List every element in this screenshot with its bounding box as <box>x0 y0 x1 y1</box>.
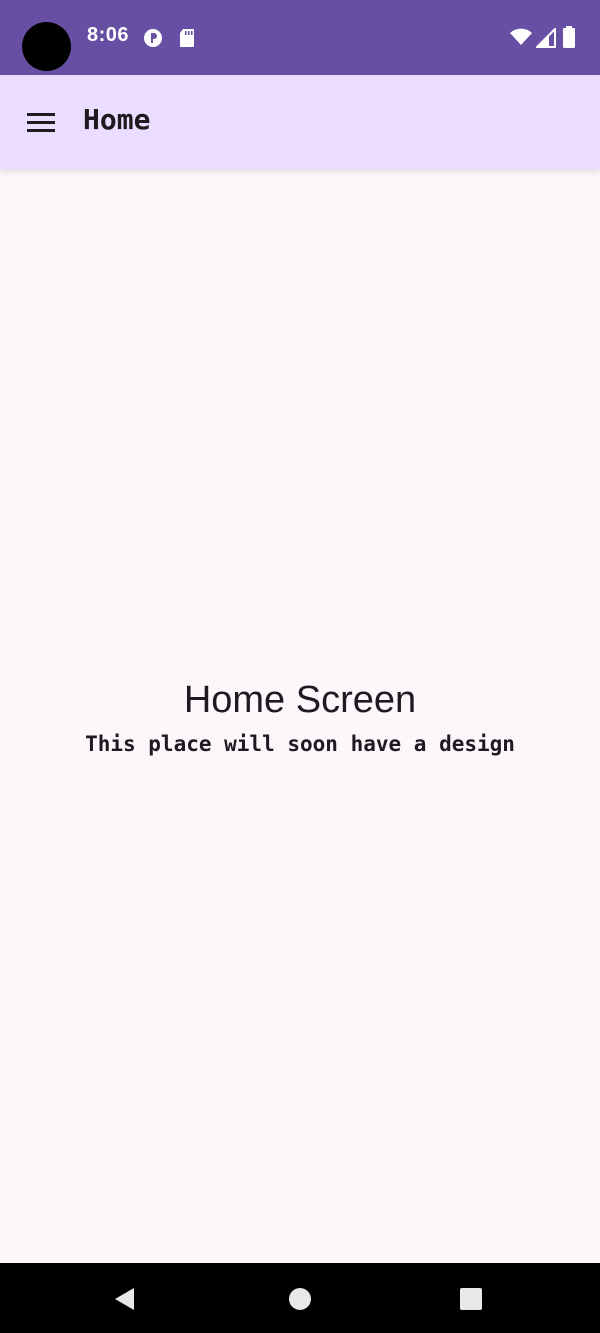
recent-apps-icon <box>460 1288 482 1310</box>
hamburger-menu-icon <box>27 113 55 132</box>
navigation-menu-button[interactable] <box>16 99 66 145</box>
home-icon <box>289 1288 311 1310</box>
recent-apps-button[interactable] <box>455 1283 487 1315</box>
status-right-icons <box>510 26 590 50</box>
p-badge-icon <box>144 29 162 47</box>
main-content: Home Screen This place will soon have a … <box>0 169 600 1263</box>
home-screen-title: Home Screen <box>183 679 417 721</box>
phone-screen: 8:06 Home Home Screen This place will so… <box>0 0 600 1333</box>
camera-cutout <box>22 22 71 71</box>
back-button[interactable] <box>109 1283 141 1315</box>
home-button[interactable] <box>284 1283 316 1315</box>
sd-card-icon <box>180 29 194 47</box>
top-app-bar: Home <box>0 75 600 169</box>
wifi-icon <box>510 28 532 45</box>
status-time: 8:06 <box>87 24 130 46</box>
battery-icon <box>563 26 575 48</box>
system-navigation-bar <box>0 1263 600 1333</box>
app-bar-title: Home <box>83 103 151 136</box>
status-bar: 8:06 <box>0 0 600 75</box>
home-screen-subtitle: This place will soon have a design <box>85 732 515 756</box>
cell-signal-icon <box>536 28 556 48</box>
back-icon <box>115 1288 134 1310</box>
